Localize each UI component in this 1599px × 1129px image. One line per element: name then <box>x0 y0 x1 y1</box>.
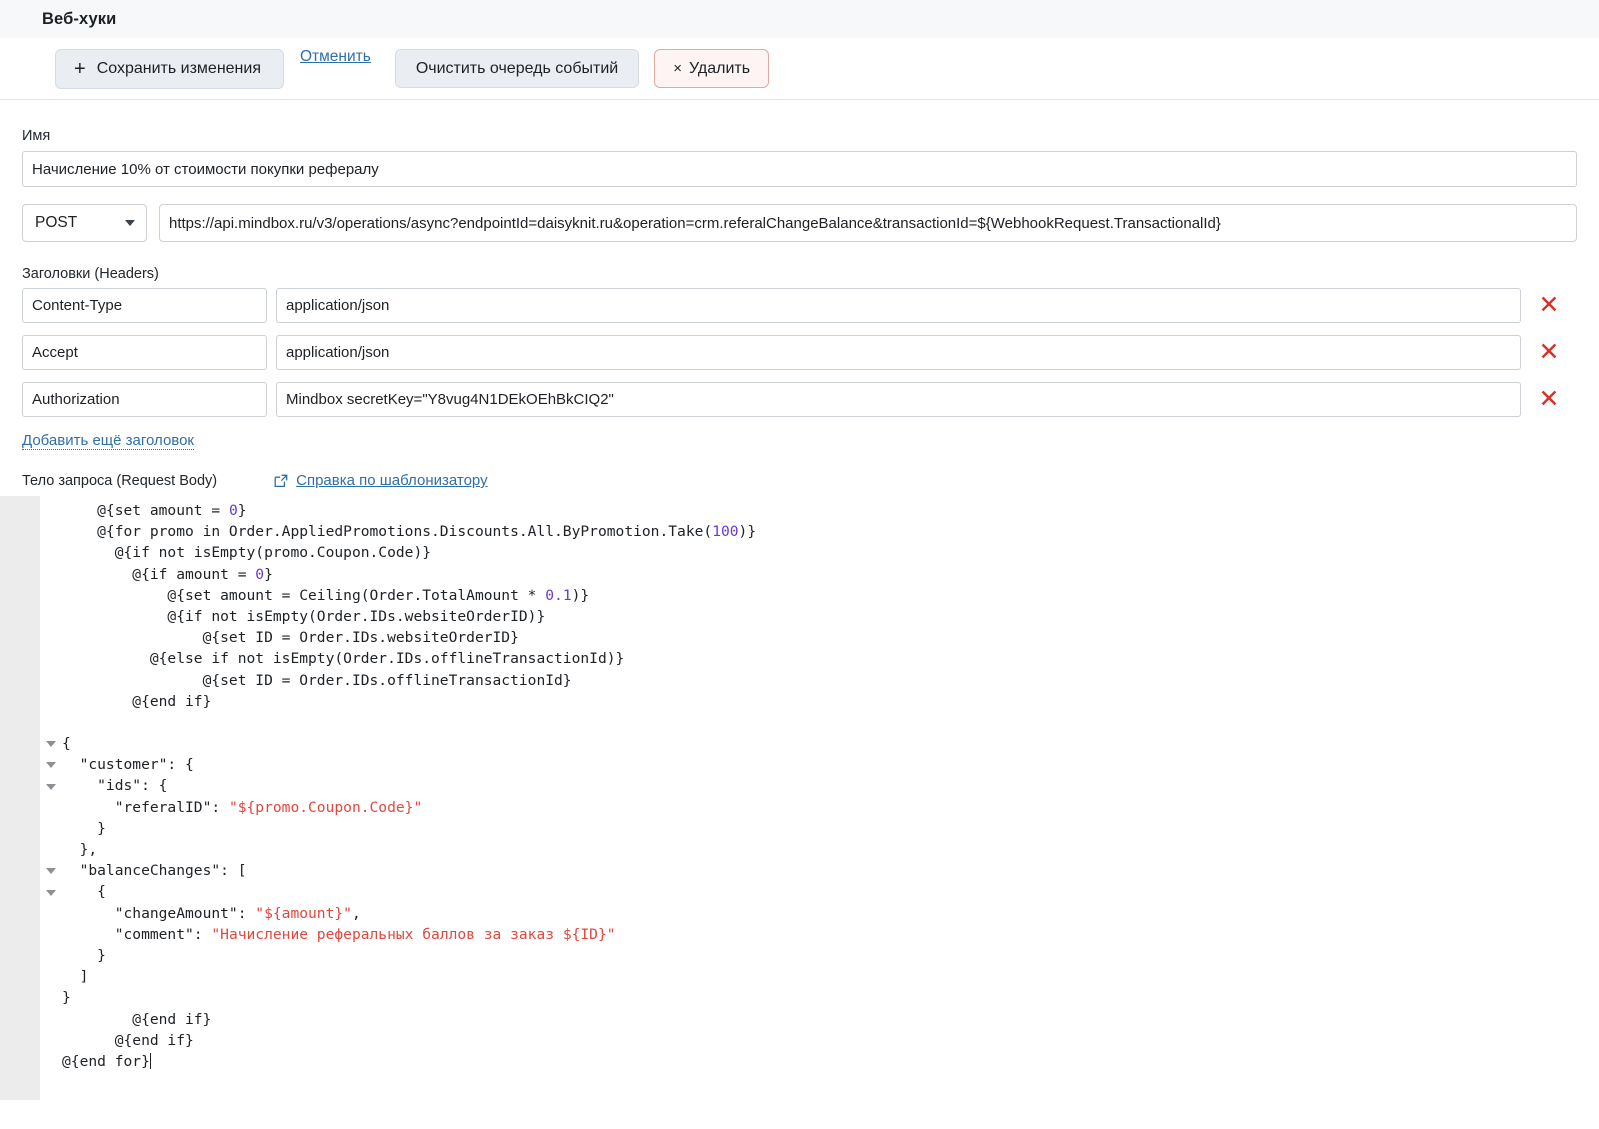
http-method-value: POST <box>35 214 78 231</box>
request-body-header: Тело запроса (Request Body) Справка по ш… <box>22 472 1577 489</box>
page-title: Веб-хуки <box>42 9 117 28</box>
cancel-link[interactable]: Отменить <box>300 48 371 66</box>
header-key-input-1[interactable] <box>22 335 267 370</box>
save-changes-button[interactable]: + Сохранить изменения <box>55 48 284 89</box>
header-key-input-2[interactable] <box>22 382 267 417</box>
method-url-row: POST <box>22 204 1577 242</box>
add-header-link[interactable]: Добавить ещё заголовок <box>22 432 194 450</box>
close-icon[interactable]: ✕ <box>1521 340 1577 365</box>
url-input[interactable] <box>159 204 1577 242</box>
editor-gutter <box>0 496 40 1100</box>
x-icon: × <box>673 60 682 77</box>
fold-toggle-icon[interactable] <box>46 783 56 790</box>
page-header: Веб-хуки <box>0 0 1599 38</box>
header-key-input-0[interactable] <box>22 288 267 323</box>
templating-help-link[interactable]: Справка по шаблонизатору <box>274 472 488 489</box>
close-icon[interactable]: ✕ <box>1521 387 1577 412</box>
fold-toggle-icon[interactable] <box>46 762 56 769</box>
chevron-down-icon <box>125 220 135 226</box>
external-link-icon <box>274 474 288 488</box>
headers-section-label: Заголовки (Headers) <box>22 266 159 282</box>
plus-icon: + <box>74 57 86 80</box>
header-value-input-2[interactable] <box>276 382 1521 417</box>
header-row: ✕ <box>22 288 1577 323</box>
fold-toggle-icon[interactable] <box>46 741 56 748</box>
header-value-input-0[interactable] <box>276 288 1521 323</box>
close-icon[interactable]: ✕ <box>1521 293 1577 318</box>
request-body-editor[interactable]: @{set amount = 0} @{for promo in Order.A… <box>0 496 1599 1100</box>
fold-toggle-icon[interactable] <box>46 868 56 875</box>
fold-toggle-icon[interactable] <box>46 889 56 896</box>
templating-help-label: Справка по шаблонизатору <box>296 472 488 489</box>
webhook-form: Имя POST Заголовки (Headers) ✕ ✕ ✕ Добав… <box>0 128 1599 489</box>
save-changes-label: Сохранить изменения <box>96 59 261 77</box>
name-field-label: Имя <box>22 128 51 144</box>
header-row: ✕ <box>22 335 1577 370</box>
toolbar: + Сохранить изменения Отменить Очистить … <box>0 38 1599 100</box>
request-body-label: Тело запроса (Request Body) <box>22 472 218 489</box>
clear-event-queue-label: Очистить очередь событий <box>415 59 619 77</box>
clear-event-queue-button[interactable]: Очистить очередь событий <box>394 49 640 88</box>
editor-fold-column <box>40 496 62 1100</box>
delete-label: Удалить <box>688 59 751 77</box>
header-row: ✕ <box>22 382 1577 417</box>
delete-button[interactable]: × Удалить <box>654 49 770 88</box>
name-input[interactable] <box>22 151 1577 187</box>
http-method-select[interactable]: POST <box>22 204 147 242</box>
editor-code-content[interactable]: @{set amount = 0} @{for promo in Order.A… <box>0 500 1599 1072</box>
header-value-input-1[interactable] <box>276 335 1521 370</box>
